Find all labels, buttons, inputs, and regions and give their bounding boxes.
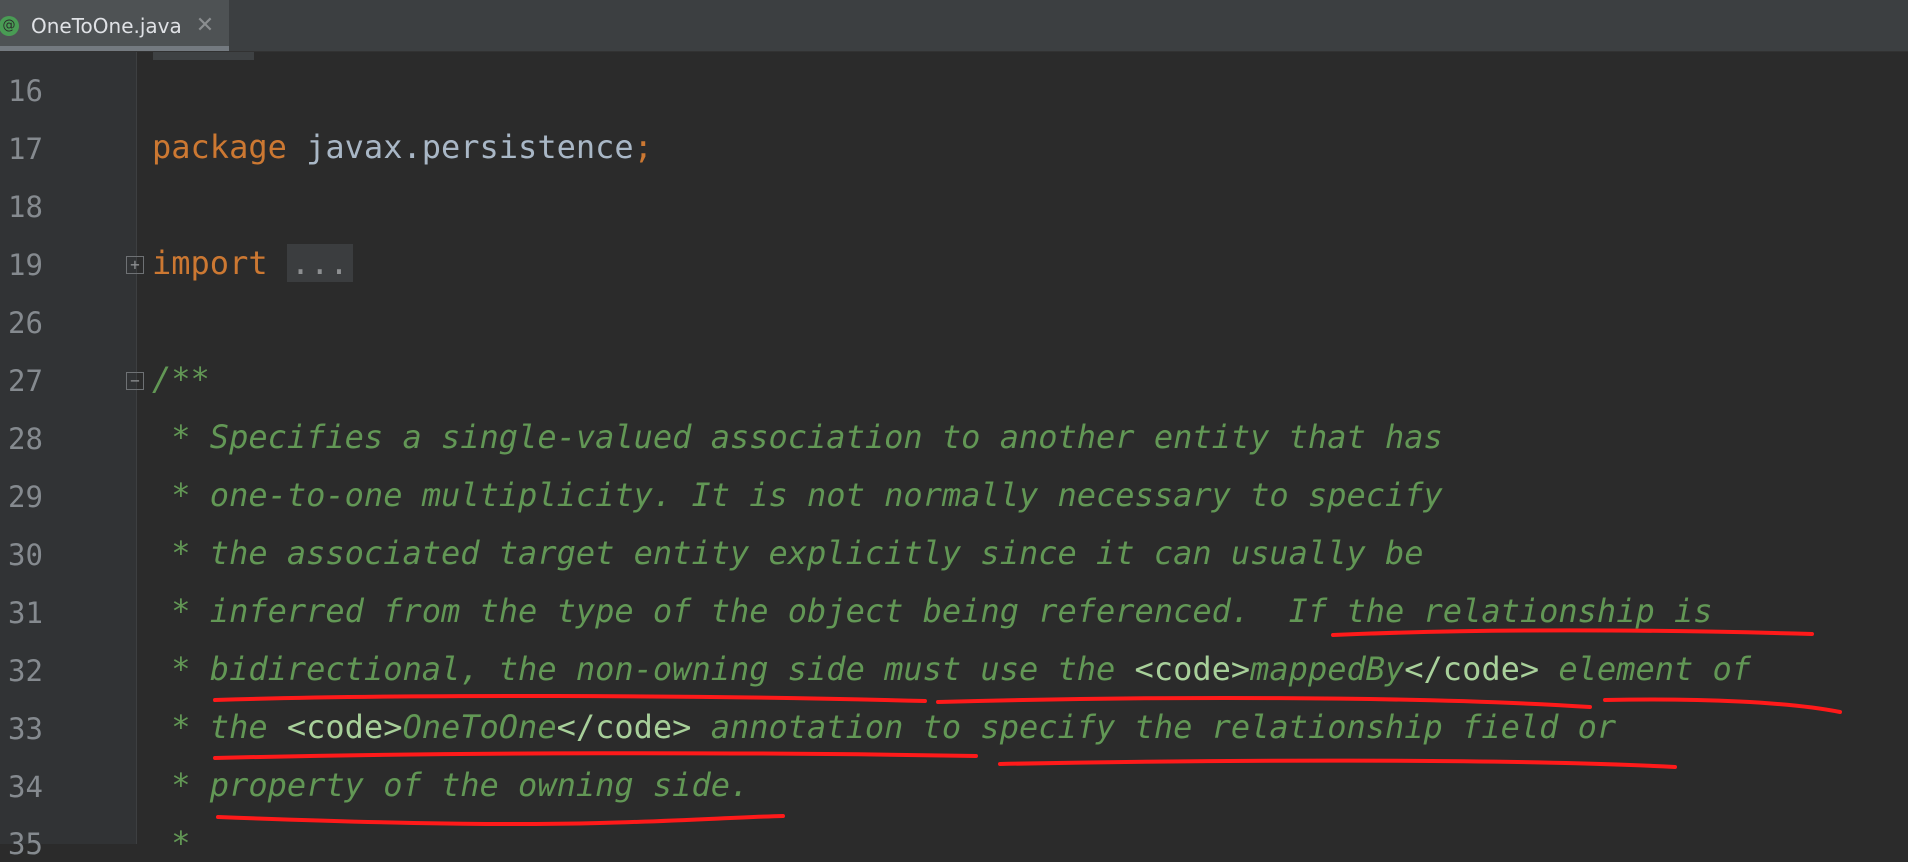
editor-tab-bar: @ OneToOne.java ✕: [0, 0, 1908, 52]
underline-mark: [1331, 628, 1814, 637]
underline-mark: [213, 693, 927, 703]
tab-title: OneToOne.java: [31, 13, 182, 38]
code-editor[interactable]: 16 17 18 19 26 27 28 29 30 31 32 33 34 3…: [0, 52, 1908, 862]
active-tab-indicator: [0, 46, 229, 51]
underline-mark: [936, 695, 1592, 709]
close-icon[interactable]: ✕: [196, 13, 214, 38]
underline-mark: [998, 758, 1677, 769]
underline-mark: [1603, 697, 1842, 714]
annotation-file-icon: @: [0, 15, 19, 36]
red-underline-annotations: [213, 628, 1842, 827]
underline-mark: [213, 751, 978, 760]
underline-mark: [216, 814, 785, 827]
tab-onetoone-java[interactable]: @ OneToOne.java ✕: [0, 0, 229, 51]
